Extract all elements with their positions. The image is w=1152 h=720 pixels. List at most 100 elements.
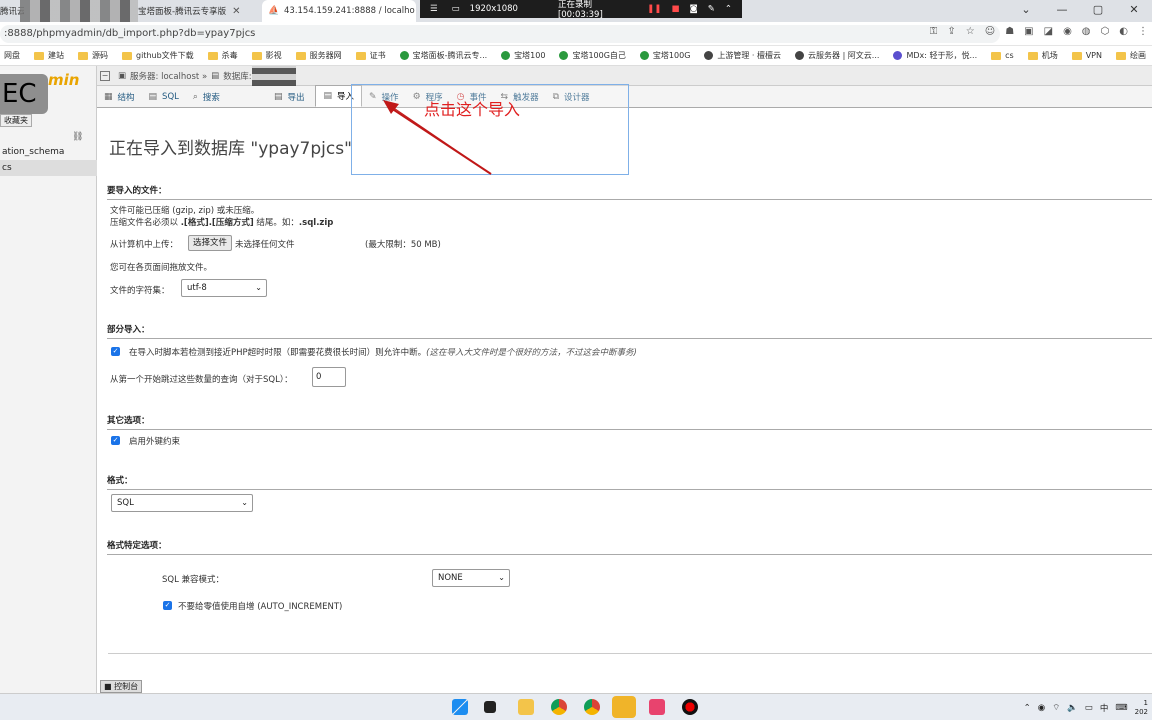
database-item[interactable]: ation_schema bbox=[0, 144, 97, 160]
pause-icon[interactable]: ❚❚ bbox=[647, 4, 661, 14]
extension-icon[interactable]: ☺ bbox=[985, 26, 995, 37]
bookmark[interactable]: 宝塔100G自己 bbox=[559, 50, 626, 61]
charset-select[interactable]: utf-8 ⌄ bbox=[181, 279, 267, 297]
browser-tab-strip: 腾讯云 宝塔面板-腾讯云专享版 ✕ ⛵ 43.154.159.241:8888 … bbox=[0, 0, 1152, 22]
console-button[interactable]: ■ 控制台 bbox=[100, 680, 143, 693]
page-title: 正在导入到数据库 "ypay7pjcs" bbox=[109, 139, 352, 159]
menu-icon[interactable]: ☰ bbox=[430, 4, 438, 14]
link-icon[interactable]: ⛓ bbox=[72, 132, 83, 142]
chrome-icon[interactable] bbox=[584, 699, 600, 715]
bookmark-folder[interactable]: 影视 bbox=[251, 50, 282, 61]
bookmark-folder[interactable]: cs bbox=[991, 51, 1014, 60]
battery-icon[interactable]: ▭ bbox=[1085, 703, 1093, 713]
select-value: NONE bbox=[438, 573, 463, 583]
close-window-icon[interactable]: ✕ bbox=[1116, 0, 1152, 20]
extension-icon[interactable]: ▣ bbox=[1024, 26, 1033, 37]
bookmark-folder[interactable]: 建站 bbox=[34, 50, 64, 61]
bookmark-folder[interactable]: 源码 bbox=[78, 50, 108, 61]
clock[interactable]: 1 202 bbox=[1135, 699, 1148, 717]
wifi-icon[interactable]: ⌔ bbox=[1052, 703, 1060, 713]
pen-icon[interactable]: ✎ bbox=[708, 4, 715, 14]
bookmark-folder[interactable]: 杀毒 bbox=[207, 50, 238, 61]
tray-app-icon[interactable]: ◉ bbox=[1038, 703, 1045, 713]
sql-compat-select[interactable]: NONE ⌄ bbox=[432, 569, 510, 587]
collapse-icon[interactable]: − bbox=[100, 70, 110, 81]
bookmark-label: 建站 bbox=[48, 51, 64, 60]
file-explorer-icon[interactable] bbox=[518, 699, 534, 715]
extension-icon[interactable]: ◉ bbox=[1063, 26, 1072, 37]
favorites-button[interactable]: 收藏夹 bbox=[0, 114, 32, 127]
max-size-text: (最大限制：50 MB) bbox=[365, 240, 441, 250]
foreign-key-checkbox[interactable]: ✓ bbox=[111, 436, 120, 445]
bookmark[interactable]: 网盘 bbox=[4, 50, 20, 61]
database-item-selected[interactable]: cs bbox=[0, 160, 97, 176]
extension-icon[interactable]: ◍ bbox=[1082, 26, 1091, 37]
format-select[interactable]: SQL ⌄ bbox=[111, 494, 253, 512]
tab-structure[interactable]: ▦ 结构 bbox=[97, 87, 142, 107]
ime-mode-icon[interactable]: ⌨ bbox=[1115, 703, 1127, 713]
chevron-down-icon: ⌄ bbox=[241, 498, 248, 507]
tab-sql[interactable]: ▤ SQL bbox=[142, 87, 186, 107]
breadcrumb-database[interactable]: 数据库: bbox=[223, 70, 251, 82]
bookmark[interactable]: 宝塔100G bbox=[639, 50, 690, 61]
shield-icon bbox=[501, 51, 511, 60]
key-icon[interactable]: ⚿ bbox=[930, 26, 938, 37]
ime-indicator[interactable]: 中 bbox=[1100, 702, 1109, 714]
more-menu-icon[interactable]: ⋮ bbox=[1138, 26, 1148, 37]
bookmark-folder[interactable]: 绘画 bbox=[1115, 50, 1146, 61]
bookmark-folder[interactable]: 证书 bbox=[355, 50, 386, 61]
choose-file-button[interactable]: 选择文件 bbox=[188, 235, 233, 251]
tab-export[interactable]: ▤ 导出 bbox=[267, 87, 312, 107]
bookmark-label: cs bbox=[1005, 51, 1014, 60]
collapse-icon[interactable]: ⌃ bbox=[725, 4, 732, 14]
start-icon[interactable] bbox=[452, 699, 468, 715]
shield-icon bbox=[559, 51, 569, 60]
recorder-status: 正在录制 [00:03:39] bbox=[557, 0, 603, 20]
chrome-icon[interactable] bbox=[551, 699, 567, 715]
chevron-up-icon[interactable]: ⌃ bbox=[1024, 703, 1031, 713]
tab-search[interactable]: ⌕ 搜索 bbox=[186, 87, 227, 107]
database-icon: ▤ bbox=[211, 70, 220, 81]
star-icon[interactable]: ☆ bbox=[966, 26, 975, 37]
filename-format-info: 压缩文件名必须以 .[格式].[压缩方式] 结尾。如：.sql.zip bbox=[110, 216, 333, 228]
bookmark[interactable]: 云服务器 | 阿文云... bbox=[795, 50, 879, 61]
app-icon[interactable] bbox=[612, 696, 636, 718]
maximize-icon[interactable]: ▢ bbox=[1080, 0, 1116, 20]
minimize-icon[interactable]: — bbox=[1044, 0, 1080, 20]
auto-increment-checkbox[interactable]: ✓ bbox=[163, 601, 172, 610]
bookmark-folder[interactable]: 服务器网 bbox=[295, 50, 342, 61]
extension-icon[interactable]: ◪ bbox=[1044, 26, 1053, 37]
share-icon[interactable]: ⇪ bbox=[947, 26, 955, 37]
bookmark[interactable]: 上游管理 · 檀檀云 bbox=[704, 50, 781, 61]
chevron-down-icon[interactable]: ⌄ bbox=[1008, 0, 1044, 20]
browser-tab[interactable]: 宝塔面板-腾讯云专享版 ✕ bbox=[124, 0, 256, 22]
record-icon[interactable] bbox=[682, 699, 698, 715]
browser-tab-active[interactable]: ⛵ 43.154.159.241:8888 / localho ✕ bbox=[262, 0, 416, 22]
allow-interrupt-checkbox[interactable]: ✓ bbox=[111, 347, 120, 356]
skip-queries-input[interactable]: 0 bbox=[312, 367, 346, 387]
profile-icon[interactable]: ◐ bbox=[1119, 26, 1128, 37]
extension-icon[interactable]: ☗ bbox=[1005, 26, 1014, 37]
navigation-panel: min EC 收藏夹 ⛓ ation_schema cs bbox=[0, 66, 97, 693]
bookmark[interactable]: 宝塔100 bbox=[501, 50, 545, 61]
breadcrumb-server[interactable]: 服务器: localhost » bbox=[130, 70, 207, 82]
bookmark-folder[interactable]: VPN bbox=[1071, 51, 1102, 60]
bookmark[interactable]: MDx: 轻于形，悦... bbox=[893, 50, 977, 61]
bookmark[interactable]: 宝塔面板-腾讯云专... bbox=[399, 50, 488, 61]
stop-icon[interactable]: ■ bbox=[671, 4, 679, 14]
volume-icon[interactable]: 🔈 bbox=[1067, 703, 1078, 713]
app-icon[interactable] bbox=[649, 699, 665, 715]
task-view-icon[interactable] bbox=[484, 701, 496, 713]
camera-icon[interactable]: ◙ bbox=[690, 4, 698, 14]
close-icon[interactable]: ✕ bbox=[232, 6, 240, 17]
chevron-down-icon: ⌄ bbox=[498, 573, 505, 582]
bookmark-folder[interactable]: github文件下载 bbox=[122, 50, 194, 61]
bookmark-label: 宝塔面板-腾讯云专... bbox=[412, 51, 488, 60]
section-heading: 要导入的文件： bbox=[107, 184, 1152, 200]
charset-label: 文件的字符集： bbox=[110, 286, 170, 296]
export-icon: ▤ bbox=[273, 92, 283, 102]
bookmark-folder[interactable]: 机场 bbox=[1027, 50, 1058, 61]
globe-icon bbox=[893, 51, 903, 60]
url-field[interactable]: :8888/phpmyadmin/db_import.php?db=ypay7p… bbox=[0, 25, 1000, 43]
extension-icon[interactable]: ⬡ bbox=[1101, 26, 1110, 37]
